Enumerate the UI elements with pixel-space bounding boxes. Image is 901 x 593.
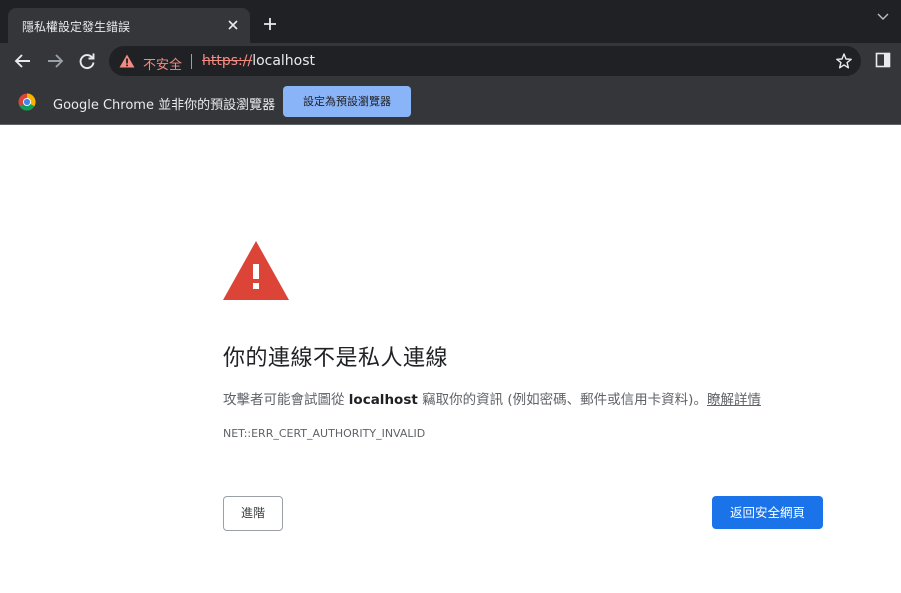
- side-panel-icon[interactable]: [875, 52, 891, 68]
- bookmark-star-icon[interactable]: [835, 52, 853, 70]
- warning-icon: [223, 241, 289, 300]
- omnibox-divider: [191, 54, 192, 69]
- back-to-safety-button[interactable]: 返回安全網頁: [712, 496, 823, 529]
- learn-more-link[interactable]: 瞭解詳情: [707, 392, 761, 408]
- advanced-button[interactable]: 進階: [223, 496, 283, 531]
- security-status-label[interactable]: 不安全: [143, 54, 182, 73]
- tab-strip: 隱私權設定發生錯誤: [0, 0, 901, 43]
- url-host: localhost: [252, 53, 316, 69]
- set-default-browser-button[interactable]: 設定為預設瀏覽器: [283, 86, 411, 117]
- page-title: 你的連線不是私人連線: [223, 346, 449, 371]
- url-text[interactable]: https://localhost: [202, 53, 315, 69]
- toolbar: 不安全 https://localhost: [0, 43, 901, 79]
- address-bar[interactable]: 不安全 https://localhost: [109, 46, 861, 76]
- forward-arrow-icon[interactable]: [44, 50, 66, 72]
- error-code: NET::ERR_CERT_AUTHORITY_INVALID: [223, 427, 426, 440]
- tab-title: 隱私權設定發生錯誤: [22, 20, 131, 34]
- warning-description: 攻擊者可能會試圖從 localhost 竊取你的資訊 (例如密碼、郵件或信用卡資…: [223, 388, 761, 408]
- desc-prefix: 攻擊者可能會試圖從: [223, 392, 345, 408]
- chevron-down-icon[interactable]: [875, 8, 891, 24]
- active-tab[interactable]: 隱私權設定發生錯誤: [8, 8, 250, 43]
- warning-icon[interactable]: [119, 54, 135, 68]
- close-icon[interactable]: [224, 16, 242, 34]
- back-arrow-icon[interactable]: [12, 50, 34, 72]
- ssl-interstitial: 你的連線不是私人連線 攻擊者可能會試圖從 localhost 竊取你的資訊 (例…: [0, 126, 901, 593]
- desc-host: localhost: [348, 392, 418, 408]
- chrome-logo-icon: [18, 93, 36, 111]
- new-tab-icon[interactable]: [261, 15, 279, 33]
- reload-icon[interactable]: [76, 50, 98, 72]
- url-scheme: https://: [202, 53, 253, 69]
- default-browser-infobar: Google Chrome 並非你的預設瀏覽器 設定為預設瀏覽器: [0, 79, 901, 125]
- desc-suffix: 竊取你的資訊 (例如密碼、郵件或信用卡資料)。: [422, 392, 707, 408]
- infobar-message: Google Chrome 並非你的預設瀏覽器: [53, 98, 276, 113]
